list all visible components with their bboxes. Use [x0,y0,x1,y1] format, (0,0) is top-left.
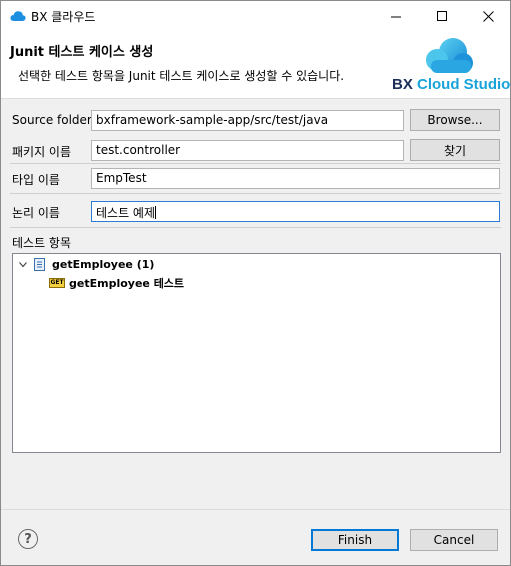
finish-button[interactable]: Finish [311,529,399,551]
maximize-button[interactable] [419,1,465,31]
chevron-down-icon[interactable] [19,262,27,268]
minimize-button[interactable] [373,1,419,31]
dialog-window: BX 클라우드 Junit 테스트 케이스 생성 선택한 테스트 항목을 Jun… [0,0,511,566]
title-bar[interactable]: BX 클라우드 [1,1,510,31]
find-package-button[interactable]: 찾기 [410,139,500,161]
logo-bx-text: BX [392,76,413,93]
type-input[interactable]: EmpTest [91,168,500,189]
minimize-icon [390,16,401,17]
logical-name-input[interactable]: 테스트 예제 [91,201,500,222]
maximize-icon [436,10,447,21]
source-folder-label: Source folder: [12,113,96,127]
package-label: 패키지 이름 [12,145,72,159]
brand-logo-text: BX Cloud Studio [392,76,510,93]
logical-name-value: 테스트 예제 [96,206,156,220]
test-items-label: 테스트 항목 [12,236,72,250]
help-icon[interactable]: ? [18,529,38,549]
close-icon [482,10,494,22]
tree-item-root[interactable]: getEmployee (1) [52,258,154,271]
class-file-icon [34,258,45,271]
divider [10,193,501,194]
dialog-heading: Junit 테스트 케이스 생성 [10,45,154,60]
divider [10,163,501,164]
get-method-icon: GET [49,278,65,288]
source-folder-input[interactable]: bxframework-sample-app/src/test/java [91,110,404,131]
window-title: BX 클라우드 [31,10,96,24]
logo-studio-text: Cloud Studio [417,76,511,93]
text-caret [155,206,157,219]
logical-name-label: 논리 이름 [12,206,60,220]
cancel-button[interactable]: Cancel [410,529,498,551]
close-button[interactable] [465,1,511,31]
bx-cloud-logo-icon [426,38,473,73]
browse-button[interactable]: Browse... [410,109,500,131]
header-banner: Junit 테스트 케이스 생성 선택한 테스트 항목을 Junit 테스트 케… [1,31,510,99]
dialog-description: 선택한 테스트 항목을 Junit 테스트 케이스로 생성할 수 있습니다. [18,69,345,83]
footer-divider [1,509,510,510]
tree-item-child[interactable]: getEmployee 테스트 [69,275,184,291]
package-input[interactable]: test.controller [91,140,404,161]
divider [10,227,501,228]
test-items-tree[interactable]: getEmployee (1) GET getEmployee 테스트 [12,253,501,453]
cloud-icon [10,11,26,21]
type-label: 타입 이름 [12,173,60,187]
